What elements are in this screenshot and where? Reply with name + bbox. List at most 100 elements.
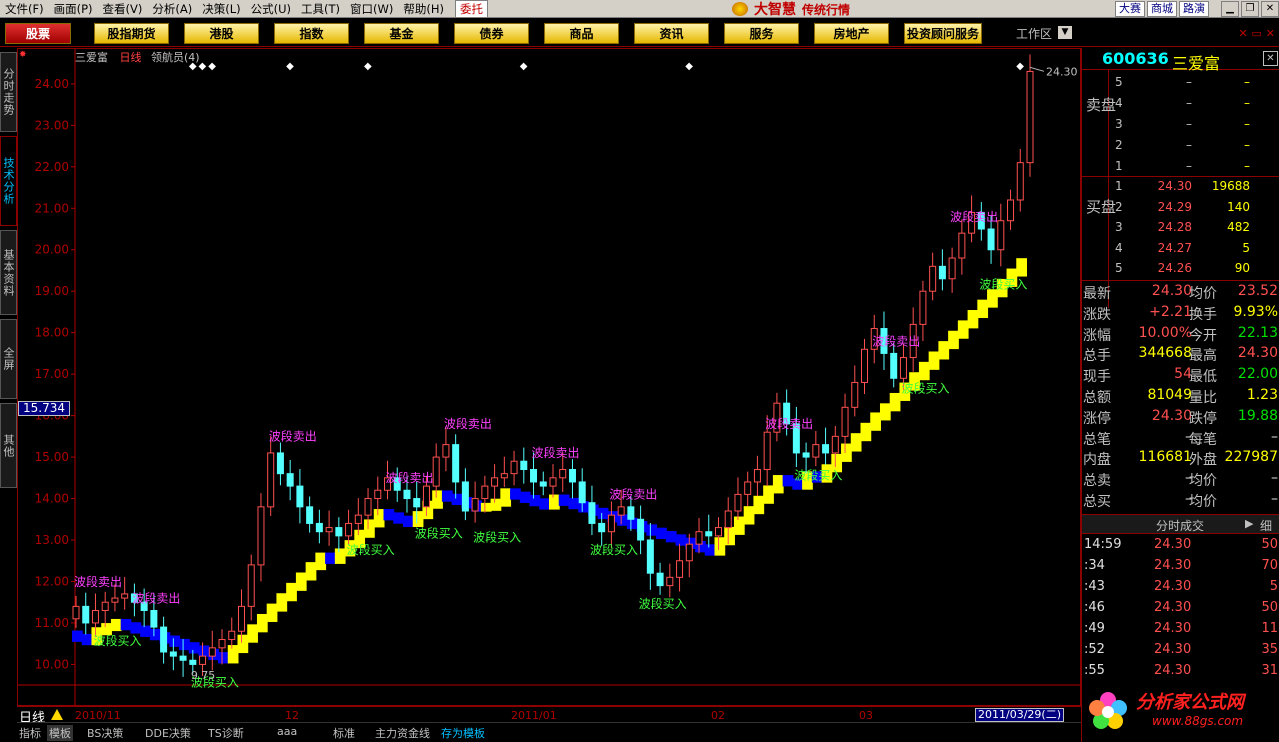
event-marker-icon: ◆ (364, 61, 372, 72)
bid-row[interactable]: 4 24.27 5 (1082, 241, 1279, 261)
support-line-segment (841, 443, 852, 462)
support-line-segment (529, 494, 541, 507)
panel-window-controls[interactable]: ✕ ▭ ✕ (1239, 27, 1276, 40)
buy-signal-label: 波段买入 (415, 525, 463, 540)
chart-indicator[interactable]: 领航员(4) (151, 51, 200, 64)
bottom-tab-ts-diagnosis[interactable]: TS诊断 (208, 725, 244, 741)
side-tab-fullscreen[interactable]: 全屏 (0, 319, 17, 399)
candle-body (491, 477, 499, 487)
candle-body (237, 605, 245, 632)
kline-chart[interactable]: 10.0011.0012.0013.0014.0015.0016.0017.00… (17, 48, 1082, 707)
menu-screen[interactable]: 画面(P) (49, 1, 98, 17)
bid-row[interactable]: 2 24.29 140 (1082, 200, 1279, 220)
bottom-tab-bs-decision[interactable]: BS决策 (87, 725, 123, 741)
workarea-label[interactable]: 工作区 (1016, 25, 1052, 42)
tab-commodities[interactable]: 商品 (544, 23, 619, 44)
close-icon[interactable]: ✕ (1263, 51, 1278, 66)
support-line-segment (81, 633, 93, 646)
support-line-segment (704, 544, 716, 556)
link-contest[interactable]: 大赛 (1115, 1, 1145, 17)
bid-level: 2 (1115, 199, 1123, 214)
candle-body (627, 506, 635, 520)
candle-body (802, 452, 810, 458)
buy-signal-label: 波段买入 (93, 633, 141, 648)
play-icon[interactable]: ▶ (1245, 517, 1253, 530)
bottom-tab-standard[interactable]: 标准 (333, 725, 355, 741)
candle-body (695, 531, 703, 545)
tab-funds[interactable]: 基金 (364, 23, 439, 44)
ask-row[interactable]: 3 – – (1082, 117, 1279, 137)
menu-file[interactable]: 文件(F) (0, 1, 49, 17)
candle-body (111, 597, 119, 603)
candle-body (539, 481, 547, 487)
y-tick-label: 15.00 (35, 450, 69, 464)
candle-body (685, 543, 693, 562)
bottom-tab-main-fund-line[interactable]: 主力资金线 (375, 725, 430, 741)
window-controls: ▁ ❐ ✕ (1221, 1, 1279, 17)
chart-settings-icon[interactable]: ✸ (19, 50, 27, 60)
menu-decision[interactable]: 决策(L) (197, 1, 245, 17)
side-tab-technical[interactable]: 技术分析 (0, 136, 17, 226)
buy-signal-label: 波段买入 (347, 542, 395, 557)
menu-view[interactable]: 查看(V) (98, 1, 148, 17)
candle-body (851, 381, 859, 408)
tab-index-futures[interactable]: 股指期货 (94, 23, 169, 44)
stat-value: +2.21 (1149, 303, 1192, 320)
candle-body (150, 610, 158, 628)
bottom-tab-save-template[interactable]: 存为模板 (441, 725, 485, 741)
support-line-segment (315, 552, 327, 571)
stat-value: 116681 (1138, 449, 1192, 466)
bottom-tab-indicators[interactable]: 指标 (19, 725, 41, 741)
sell-signal-label: 波段卖出 (950, 209, 998, 224)
minimize-icon[interactable]: ▁ (1221, 1, 1239, 17)
tab-advisory[interactable]: 投资顾问服务 (904, 23, 982, 44)
menu-window[interactable]: 窗口(W) (345, 1, 398, 17)
close-icon[interactable]: ✕ (1261, 1, 1279, 17)
tab-services[interactable]: 服务 (724, 23, 799, 44)
ticks-detail-button[interactable]: 细 (1260, 517, 1272, 534)
tab-real-estate[interactable]: 房地产 (814, 23, 889, 44)
ticks-title[interactable]: 分时成交 (1156, 517, 1204, 534)
support-line-segment (957, 320, 969, 339)
menu-help[interactable]: 帮助(H) (398, 1, 449, 17)
chart-canvas[interactable]: 10.0011.0012.0013.0014.0015.0016.0017.00… (18, 49, 1082, 707)
bid-row[interactable]: 3 24.28 482 (1082, 220, 1279, 240)
ask-row[interactable]: 2 – – (1082, 138, 1279, 158)
chart-period[interactable]: 日线 (120, 51, 142, 64)
support-line-segment (539, 498, 550, 510)
event-marker-icon: ◆ (208, 61, 216, 72)
ask-row[interactable]: 4 – – (1082, 96, 1279, 116)
menu-tools[interactable]: 工具(T) (296, 1, 345, 17)
restore-icon[interactable]: ❐ (1241, 1, 1259, 17)
tab-hk-stocks[interactable]: 港股 (184, 23, 259, 44)
tick-time: :55 (1084, 663, 1105, 678)
support-line-segment (977, 299, 989, 319)
bottom-tab-template[interactable]: 模板 (47, 725, 73, 741)
candle-body (296, 485, 304, 508)
support-line-segment (286, 582, 297, 602)
side-tab-fundamentals[interactable]: 基本资料 (0, 230, 17, 315)
tab-stocks[interactable]: 股票 (5, 23, 71, 44)
side-tab-intraday[interactable]: 分时走势 (0, 52, 17, 132)
menu-formula[interactable]: 公式(U) (246, 1, 296, 17)
tab-indices[interactable]: 指数 (274, 23, 349, 44)
ask-row[interactable]: 5 – – (1082, 75, 1279, 95)
link-mall[interactable]: 商城 (1147, 1, 1177, 17)
tab-bonds[interactable]: 债券 (454, 23, 529, 44)
max-pointer (1029, 66, 1045, 72)
tab-news[interactable]: 资讯 (634, 23, 709, 44)
bid-row[interactable]: 5 24.26 90 (1082, 261, 1279, 281)
menu-analysis[interactable]: 分析(A) (147, 1, 197, 17)
candle-body (929, 265, 937, 292)
date-label: 2011/01 (511, 709, 557, 722)
bid-row[interactable]: 1 24.30 19688 (1082, 179, 1279, 199)
entrust-button[interactable]: 委托 (454, 0, 488, 18)
candle-body (364, 498, 372, 516)
chevron-down-icon[interactable]: ▼ (1058, 26, 1072, 39)
warning-icon[interactable] (51, 709, 63, 720)
bottom-tab-aaa[interactable]: aaa (277, 725, 297, 738)
bottom-tab-dde-decision[interactable]: DDE决策 (145, 725, 191, 741)
link-roadshow[interactable]: 路演 (1179, 1, 1209, 17)
side-tab-other[interactable]: 其他 (0, 403, 17, 488)
candle-body (179, 655, 187, 661)
